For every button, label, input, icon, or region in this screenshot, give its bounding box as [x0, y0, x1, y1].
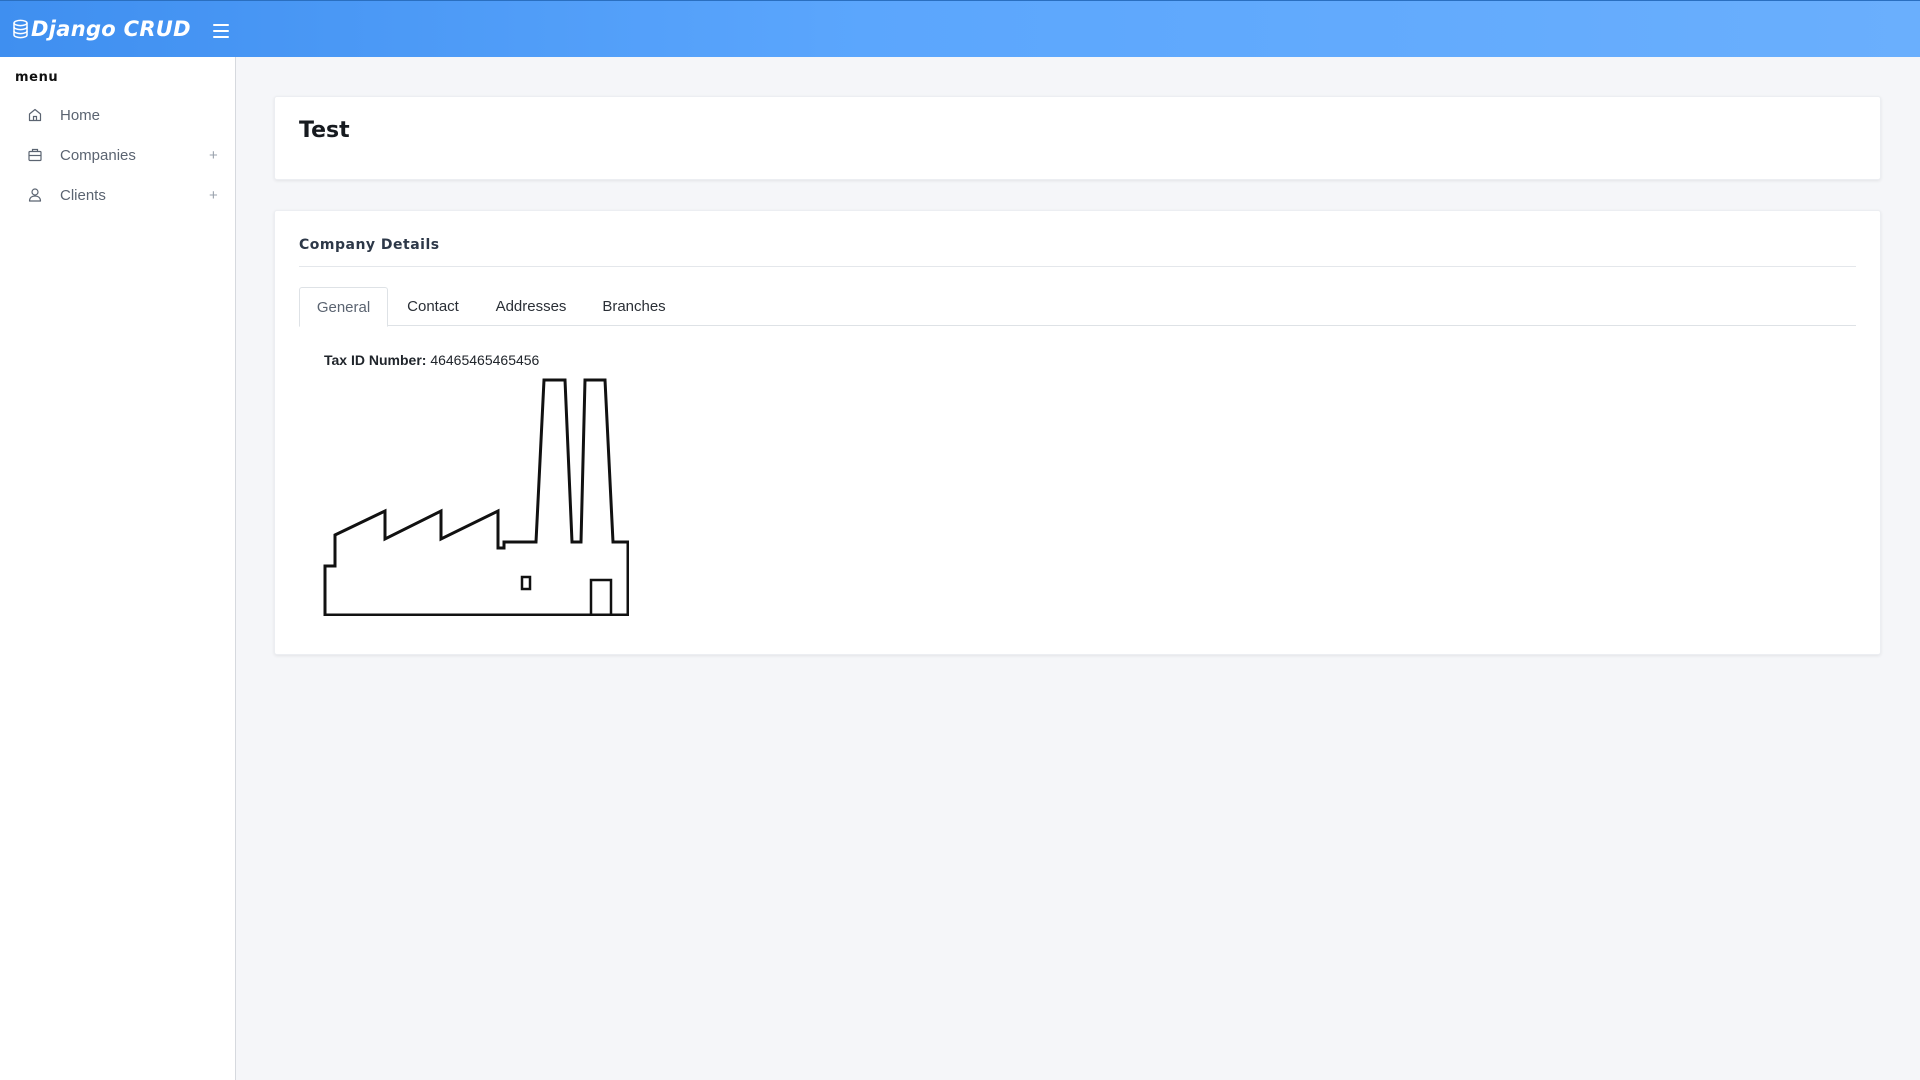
tax-id-label: Tax ID Number:: [324, 352, 427, 368]
tax-id-value: 46465465465456: [430, 352, 540, 368]
sidebar: menu Home Companies + Clients +: [0, 57, 236, 1080]
expand-icon[interactable]: +: [209, 188, 218, 204]
page-title-card: Test: [274, 96, 1881, 180]
tab-contact[interactable]: Contact: [388, 287, 478, 326]
sidebar-item-home[interactable]: Home: [0, 99, 236, 133]
sidebar-menu-title: menu: [15, 70, 59, 85]
briefcase-icon: [28, 148, 42, 162]
top-navbar: Django CRUD: [0, 0, 1920, 57]
tab-branches[interactable]: Branches: [584, 287, 684, 326]
factory-icon: [323, 378, 629, 616]
tab-general[interactable]: General: [299, 287, 388, 327]
details-tabs: General Contact Addresses Branches: [299, 287, 1856, 327]
page-title: Test: [299, 118, 350, 143]
hamburger-icon[interactable]: [212, 24, 229, 38]
brand-title: Django CRUD: [31, 17, 191, 41]
tax-id-row: Tax ID Number: 46465465465456: [324, 352, 539, 368]
company-details-heading: Company Details: [299, 237, 440, 253]
sidebar-item-label: Home: [60, 107, 101, 124]
home-icon: [28, 108, 42, 122]
user-icon: [28, 188, 42, 202]
database-icon: [13, 19, 28, 39]
expand-icon[interactable]: +: [209, 148, 218, 164]
company-details-card: Company Details General Contact Addresse…: [274, 210, 1881, 655]
tab-addresses[interactable]: Addresses: [478, 287, 584, 326]
sidebar-item-label: Companies: [60, 147, 136, 164]
sidebar-item-clients[interactable]: Clients +: [0, 179, 236, 213]
sidebar-item-companies[interactable]: Companies +: [0, 139, 236, 173]
brand[interactable]: Django CRUD: [12, 17, 191, 41]
divider: [299, 266, 1856, 267]
sidebar-item-label: Clients: [60, 187, 106, 204]
